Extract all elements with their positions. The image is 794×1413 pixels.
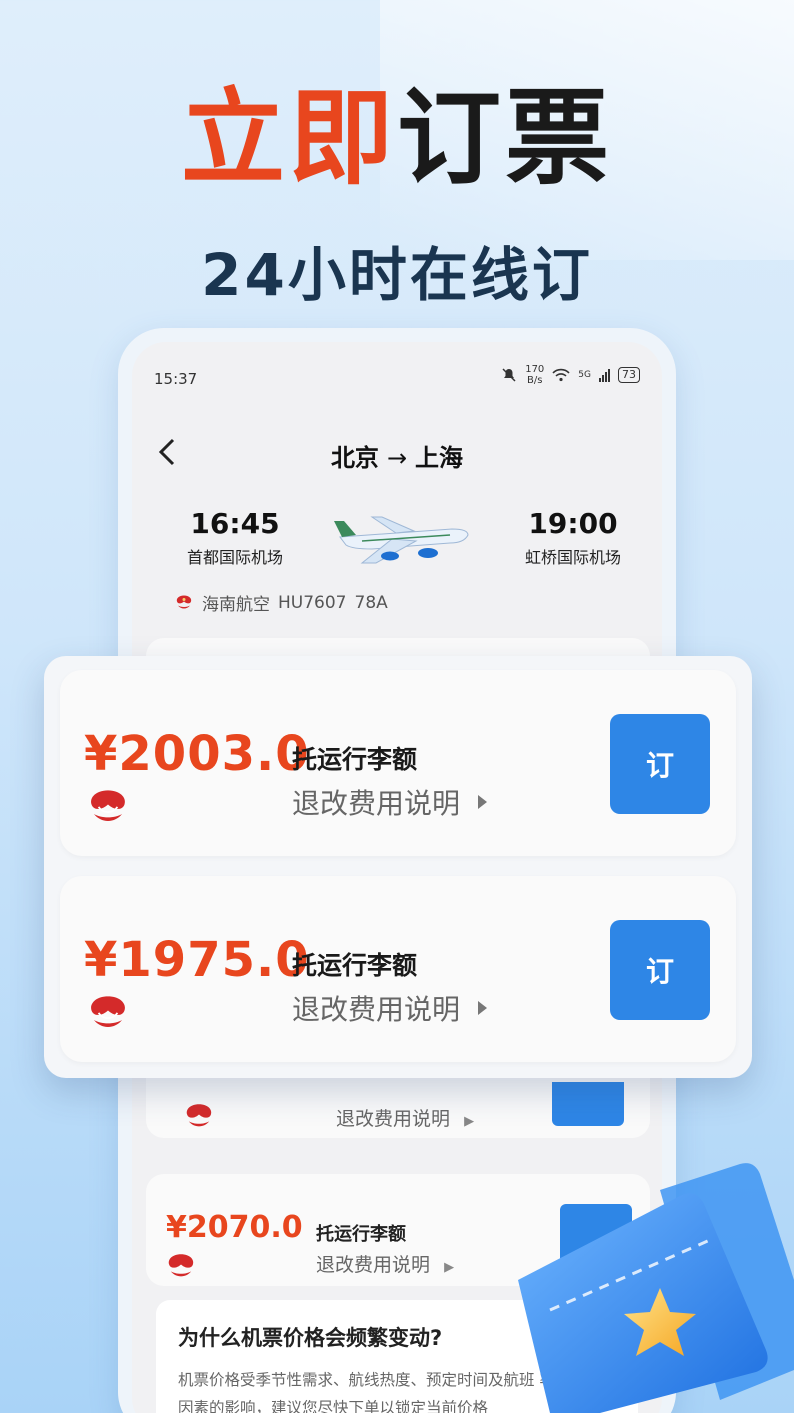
ticket-star-icon <box>518 1163 794 1413</box>
arrival-time: 19:00 <box>528 507 618 540</box>
route-title: 北京 → 上海 <box>132 438 662 473</box>
refund-rules-label: 退改费用说明 <box>292 787 461 820</box>
status-icons: 170 B/s 5G 73 <box>501 364 640 386</box>
caret-right-icon <box>478 1001 488 1015</box>
book-button[interactable]: 订 <box>610 714 710 814</box>
refund-rules-link[interactable]: 退改费用说明 <box>292 988 488 1028</box>
fare-overlay-panel: ¥2003.0 托运行李额 退改费用说明 订 ¥1975.0 托运行李额 退改费… <box>44 656 752 1078</box>
signal-icon <box>599 368 610 382</box>
flight-number: HU7607 <box>278 592 347 613</box>
airline-logo-icon <box>186 1104 212 1127</box>
route-arrow: → <box>386 444 408 472</box>
net-speed-value: 170 <box>525 364 545 375</box>
airplane-icon <box>334 516 469 564</box>
status-time: 15:37 <box>154 370 198 388</box>
departure-airport: 首都国际机场 <box>186 548 283 567</box>
caret-right-icon: ▶ <box>464 1114 475 1129</box>
refund-rules-label: 退改费用说明 <box>316 1254 431 1276</box>
fare-price: ¥1975.0 <box>84 932 310 988</box>
wifi-icon <box>552 368 570 382</box>
fare-card: ¥1975.0 托运行李额 退改费用说明 订 <box>60 876 736 1062</box>
airline-logo-icon <box>91 996 125 1027</box>
airline-info: 海南航空 HU7607 78A <box>174 590 388 615</box>
refund-rules-label: 退改费用说明 <box>336 1108 451 1130</box>
headline-accent: 立即 <box>180 77 397 199</box>
arrival-block: 19:00 虹桥国际机场 <box>498 507 648 568</box>
fare-price: ¥2070.0 <box>166 1210 303 1245</box>
caret-right-icon <box>478 795 488 809</box>
airline-logo-icon <box>91 790 125 821</box>
baggage-allowance: 托运行李额 <box>316 1224 406 1245</box>
departure-time: 16:45 <box>190 507 280 540</box>
status-bar: 15:37 170 B/s 5G 73 <box>154 364 640 394</box>
route-origin: 北京 <box>330 444 379 472</box>
book-button[interactable]: 订 <box>610 920 710 1020</box>
airline-logo-icon <box>168 1254 194 1277</box>
fare-card: ¥2003.0 托运行李额 退改费用说明 订 <box>60 670 736 856</box>
page-headline: 立即订票 <box>0 78 794 198</box>
airline-logo-icon <box>176 595 192 608</box>
mute-bell-icon <box>502 368 516 382</box>
baggage-allowance: 托运行李额 <box>292 951 418 980</box>
departure-block: 16:45 首都国际机场 <box>160 507 310 568</box>
battery-icon: 73 <box>618 367 640 383</box>
airline-name: 海南航空 <box>202 595 270 615</box>
net-speed: 170 B/s <box>525 364 544 386</box>
net-speed-unit: B/s <box>527 375 543 386</box>
fare-price: ¥2003.0 <box>84 726 310 782</box>
caret-right-icon: ▶ <box>444 1260 455 1275</box>
book-button[interactable] <box>552 1082 624 1126</box>
baggage-allowance: 托运行李额 <box>292 745 418 774</box>
route-destination: 上海 <box>415 444 464 472</box>
arrival-airport: 虹桥国际机场 <box>524 548 621 567</box>
refund-rules-label: 退改费用说明 <box>292 993 461 1026</box>
headline-main: 订票 <box>397 77 614 199</box>
refund-rules-link[interactable]: 退改费用说明 ▶ <box>336 1104 474 1131</box>
page-subline: 24小时在线订 <box>201 241 593 309</box>
refund-rules-link[interactable]: 退改费用说明 <box>292 782 488 822</box>
aircraft-type: 78A <box>354 592 388 613</box>
top-nav: 北京 → 上海 <box>132 434 662 474</box>
signal-label: 5G <box>578 370 591 380</box>
refund-rules-link[interactable]: 退改费用说明 ▶ <box>316 1250 454 1277</box>
